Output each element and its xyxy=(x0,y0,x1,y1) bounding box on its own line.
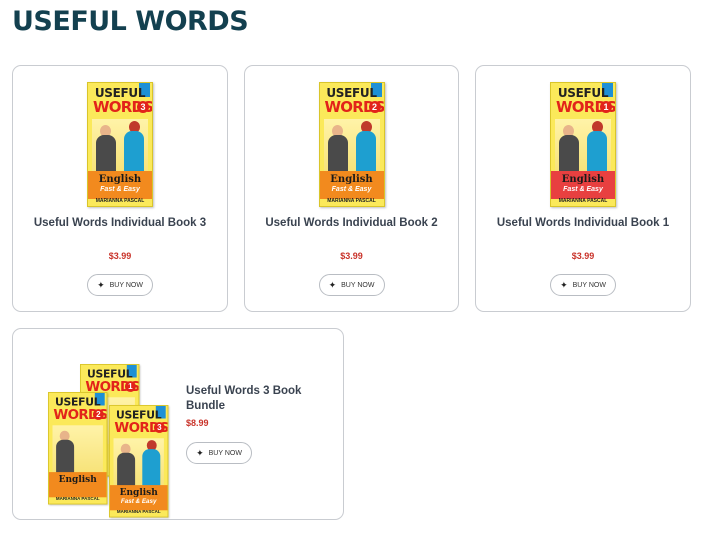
cover-fast-easy-text: Fast & Easy xyxy=(100,186,140,193)
cover-figure-body xyxy=(327,135,348,175)
book-1-cover: USEFUL WORDS 1 English Fast & Easy MARIA… xyxy=(550,82,616,207)
cover-author-text: MARIANNA PASCAL xyxy=(55,496,100,502)
cover-english-text: English xyxy=(119,487,158,498)
book-cover-image[interactable]: USEFUL WORDS 1 English Fast & Easy MARIA… xyxy=(550,82,616,207)
cover-fast-easy-text: Fast & Easy xyxy=(120,498,157,505)
product-price: $3.99 xyxy=(571,251,595,261)
cover-band: English Fast & Easy xyxy=(88,171,152,199)
buy-now-button[interactable]: ✦ BUY NOW xyxy=(318,274,385,296)
cover-english-text: English xyxy=(561,174,605,185)
sparkle-icon: ✦ xyxy=(97,279,105,290)
sparkle-icon: ✦ xyxy=(196,447,204,458)
buy-now-label: BUY NOW xyxy=(109,281,143,289)
product-title[interactable]: Useful Words Individual Book 3 xyxy=(13,216,227,231)
cover-volume-badge: 2 xyxy=(93,409,104,420)
cover-author-text: MARIANNA PASCAL xyxy=(327,198,376,204)
product-card-book-2[interactable]: USEFUL WORDS 2 English Fast & Easy MARIA… xyxy=(244,65,459,312)
cover-figure-body xyxy=(559,135,579,175)
product-card-book-1[interactable]: USEFUL WORDS 1 English Fast & Easy MARIA… xyxy=(475,65,691,312)
cover-volume-badge: 1 xyxy=(600,101,612,113)
buy-now-button[interactable]: ✦ BUY NOW xyxy=(550,274,616,296)
cover-volume-badge: 2 xyxy=(368,101,381,113)
cover-band: English Fast & Easy xyxy=(319,171,384,199)
buy-now-label: BUY NOW xyxy=(341,281,375,289)
product-price: $8.99 xyxy=(186,418,209,428)
cover-english-text: English xyxy=(58,474,97,485)
cover-figure-body xyxy=(117,452,136,489)
cover-band: English Fast & Easy xyxy=(109,485,168,511)
product-card-book-3[interactable]: USEFUL WORDS 3 English Fast & Easy MARIA… xyxy=(12,65,228,312)
cover-fast-easy-text: Fast & Easy xyxy=(331,186,372,193)
cover-author-text: MARIANNA PASCAL xyxy=(116,509,161,515)
cover-volume-badge: 1 xyxy=(125,381,136,392)
cover-band: English xyxy=(48,472,107,498)
cover-figure-body xyxy=(355,131,376,175)
cover-band: English Fast & Easy xyxy=(551,171,615,199)
book-2-cover: USEFUL WORDS 2 English Fast & Easy MARIA… xyxy=(318,82,385,207)
product-price: $3.99 xyxy=(340,251,363,261)
book-3-cover: USEFUL WORDS 3 English Fast & Easy MARIA… xyxy=(87,82,153,207)
buy-now-label: BUY NOW xyxy=(208,449,242,457)
product-price: $3.99 xyxy=(108,251,132,261)
cover-figure-body xyxy=(124,131,144,175)
cover-figure-body xyxy=(587,131,607,175)
sparkle-icon: ✦ xyxy=(328,279,337,290)
product-card-bundle[interactable]: USEFUL WORDS 1 USEFUL WORDS 2 English MA… xyxy=(12,328,344,520)
bundle-cover-image[interactable]: USEFUL WORDS 1 USEFUL WORDS 2 English MA… xyxy=(48,364,173,518)
cover-author-text: MARIANNA PASCAL xyxy=(558,198,608,204)
product-title[interactable]: Useful Words 3 Book Bundle xyxy=(186,384,326,414)
cover-volume-badge: 3 xyxy=(154,422,165,433)
product-title[interactable]: Useful Words Individual Book 2 xyxy=(245,216,458,231)
book-cover-image[interactable]: USEFUL WORDS 2 English Fast & Easy MARIA… xyxy=(318,82,385,207)
cover-figure-body xyxy=(96,135,116,175)
cover-english-text: English xyxy=(330,174,373,185)
cover-english-text: English xyxy=(98,174,142,185)
page-title: USEFUL WORDS xyxy=(12,6,249,37)
cover-fast-easy-text: Fast & Easy xyxy=(563,186,603,193)
cover-figure-body xyxy=(142,449,161,489)
buy-now-button[interactable]: ✦ BUY NOW xyxy=(87,274,153,296)
cover-figure-body xyxy=(56,439,75,476)
cover-author-text: MARIANNA PASCAL xyxy=(95,198,145,204)
buy-now-button[interactable]: ✦ BUY NOW xyxy=(186,442,252,464)
bundle-book-3-cover: USEFUL WORDS 3 English Fast & Easy MARIA… xyxy=(109,405,169,518)
bundle-book-2-cover: USEFUL WORDS 2 English MARIANNA PASCAL xyxy=(48,392,108,505)
sparkle-icon: ✦ xyxy=(560,279,568,290)
product-title[interactable]: Useful Words Individual Book 1 xyxy=(476,216,690,231)
book-cover-image[interactable]: USEFUL WORDS 3 English Fast & Easy MARIA… xyxy=(87,82,153,207)
buy-now-label: BUY NOW xyxy=(572,281,606,289)
cover-volume-badge: 3 xyxy=(137,101,149,113)
